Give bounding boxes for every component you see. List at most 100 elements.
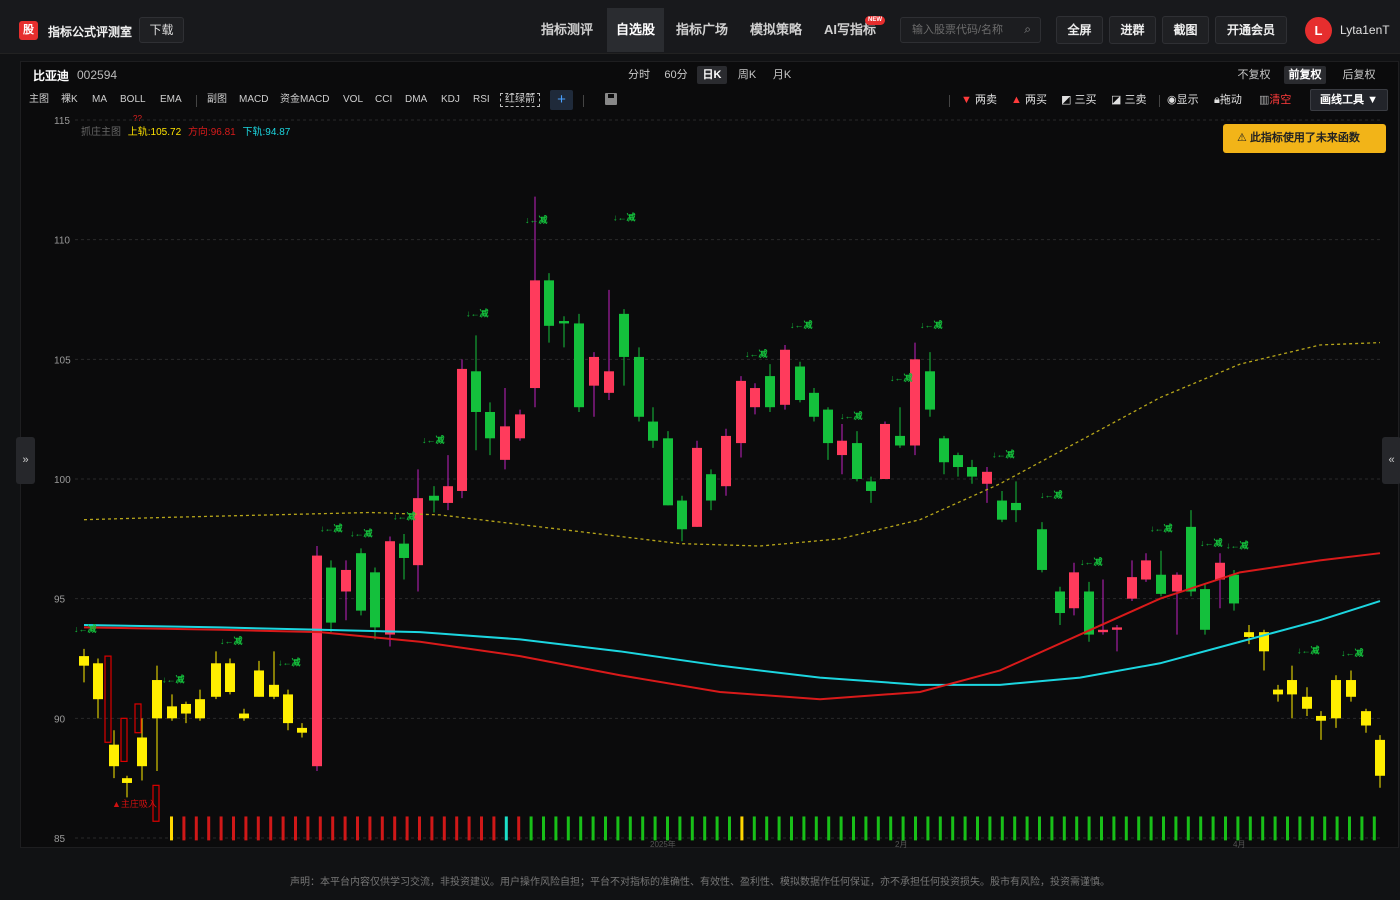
vip-button[interactable]: 开通会员 xyxy=(1215,16,1287,44)
down-triangle-icon: ▼ xyxy=(961,94,972,106)
candle-body xyxy=(925,371,935,410)
ind-ema[interactable]: EMA xyxy=(160,93,182,107)
signal-bar xyxy=(455,816,459,841)
search-icon[interactable]: ⌕ xyxy=(1024,22,1031,37)
avatar[interactable]: L xyxy=(1305,17,1332,44)
tool-two-buy[interactable]: ▲ 两买 xyxy=(1011,93,1047,107)
ind-kdj[interactable]: KDJ xyxy=(441,93,460,107)
signal-bar xyxy=(256,816,260,841)
disclaimer: 声明：本平台内容仅供学习交流，非投资建议。用户操作风险自担；平台不对指标的准确性… xyxy=(290,877,1110,888)
period-monthly[interactable]: 月K xyxy=(767,66,797,84)
download-button[interactable]: 下载 xyxy=(139,17,184,43)
stock-search[interactable]: ⌕ xyxy=(900,17,1041,43)
signal-bar xyxy=(306,816,310,841)
candle-body xyxy=(1172,574,1182,592)
nav-sim-strategy[interactable]: 模拟策略 xyxy=(745,8,807,52)
candle-body xyxy=(795,366,805,401)
candle-body xyxy=(1037,529,1047,570)
candle-body xyxy=(953,455,963,468)
sell-arrow-marker: ↓←减 xyxy=(74,623,97,634)
adjust-backward[interactable]: 后复权 xyxy=(1338,66,1380,84)
sell-arrow-marker: ↓←减 xyxy=(992,448,1015,459)
signal-bar xyxy=(728,816,731,841)
adjust-forward[interactable]: 前复权 xyxy=(1284,66,1326,84)
signal-bar xyxy=(1211,816,1215,841)
tool-three-buy[interactable]: ◩ 三买 xyxy=(1061,93,1096,107)
join-group-button[interactable]: 进群 xyxy=(1109,16,1156,44)
candlestick-chart[interactable]: 115 110 105 100 95 90 85 ↓←减 ↓←减 ↓←减 ↓←减 ↓←减 ↓←减 ↓←减 ↓… xyxy=(20,113,1385,848)
candle-body xyxy=(589,356,599,386)
ind-red-green-arrow[interactable]: 红绿箭 xyxy=(500,93,540,107)
candle-body xyxy=(982,471,992,484)
direction-line xyxy=(83,552,1381,701)
ind-dma[interactable]: DMA xyxy=(405,93,427,107)
tool-three-sell[interactable]: ◪ 三卖 xyxy=(1111,93,1146,107)
signal-bar xyxy=(207,816,211,841)
ind-ma[interactable]: MA xyxy=(92,93,107,107)
sell-arrow-marker: ↓←减 xyxy=(1297,645,1320,656)
period-60min[interactable]: 60分 xyxy=(661,66,691,84)
signal-bar xyxy=(864,816,868,841)
save-icon[interactable] xyxy=(605,93,617,105)
sell-arrow-marker: ↓←减 xyxy=(745,348,768,359)
username[interactable]: Lyta1enT xyxy=(1340,23,1390,37)
candle-body xyxy=(1141,560,1151,580)
fullscreen-button[interactable]: 全屏 xyxy=(1056,16,1103,44)
tool-label: 显示 xyxy=(1176,94,1199,106)
period-timeshare[interactable]: 分时 xyxy=(624,66,654,84)
period-weekly[interactable]: 周K xyxy=(732,66,762,84)
sell-arrow-marker: ↓←减 xyxy=(466,307,489,318)
ind-macd[interactable]: MACD xyxy=(239,93,268,107)
signal-bar xyxy=(1025,816,1029,841)
adjust-none[interactable]: 不复权 xyxy=(1233,66,1275,84)
signal-bar xyxy=(690,816,694,841)
candle-body xyxy=(1011,502,1021,511)
signal-bar xyxy=(232,816,235,841)
signal-bar xyxy=(963,816,967,841)
ind-boll[interactable]: BOLL xyxy=(120,93,146,107)
sell-arrow-marker: ↓←减 xyxy=(1150,523,1173,534)
nav-indicator-review[interactable]: 指标测评 xyxy=(536,8,598,52)
candle-body xyxy=(137,737,147,767)
signal-bar xyxy=(653,816,657,841)
ind-naked-k[interactable]: 裸K xyxy=(61,93,78,107)
candle-body xyxy=(399,543,409,558)
tool-show[interactable]: ◉显示 xyxy=(1167,93,1199,107)
signal-bar xyxy=(1335,816,1339,841)
ind-cci[interactable]: CCI xyxy=(375,93,392,107)
candle-body xyxy=(443,486,453,503)
sell-arrow-marker: ↓←减 xyxy=(790,319,813,330)
add-indicator-button[interactable]: + xyxy=(550,90,573,110)
signal-bar xyxy=(504,816,508,841)
screenshot-button[interactable]: 截图 xyxy=(1162,16,1209,44)
signal-bar xyxy=(467,816,471,841)
signal-bar xyxy=(1162,816,1165,841)
nav-watchlist[interactable]: 自选股 xyxy=(607,8,664,52)
stock-name: 比亚迪 xyxy=(33,69,70,83)
search-input[interactable] xyxy=(912,23,1022,37)
signal-bar xyxy=(852,816,855,841)
draw-tools-dropdown[interactable]: 画线工具 ▼ xyxy=(1310,89,1388,111)
toolbar-divider xyxy=(196,95,197,107)
nav-indicator-square[interactable]: 指标广场 xyxy=(671,8,733,52)
signal-bar xyxy=(703,816,707,841)
y-tick-label: 115 xyxy=(54,116,70,127)
tool-two-sell[interactable]: ▼ 两卖 xyxy=(961,93,997,107)
ind-sub[interactable]: 副图 xyxy=(207,93,227,107)
candle-body xyxy=(880,423,890,479)
ind-vol[interactable]: VOL xyxy=(343,93,363,107)
ind-rsi[interactable]: RSI xyxy=(473,93,490,107)
candle-body xyxy=(312,555,322,767)
line-chart-icon: ◪ xyxy=(1111,94,1122,106)
signal-bar xyxy=(1261,816,1265,841)
ind-main[interactable]: 主图 xyxy=(29,93,49,107)
tool-clear[interactable]: ▥清空 xyxy=(1259,93,1291,107)
ind-fund-macd[interactable]: 资金MACD xyxy=(280,93,329,107)
candle-body xyxy=(967,467,977,477)
period-daily[interactable]: 日K xyxy=(697,66,727,84)
candle-body xyxy=(1331,680,1341,719)
tool-drag[interactable]: 🔒︎拖动 xyxy=(1214,93,1242,107)
candle-body xyxy=(152,680,162,719)
nav-ai-indicator[interactable]: AI写指标 xyxy=(818,8,882,52)
signal-bar xyxy=(1286,816,1289,841)
